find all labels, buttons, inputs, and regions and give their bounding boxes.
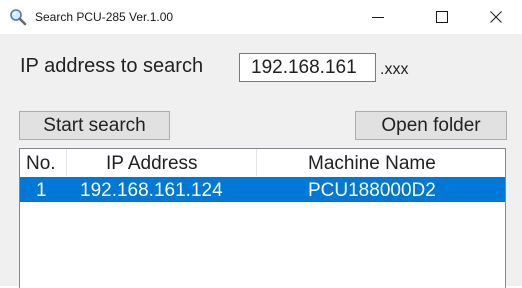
start-search-button[interactable]: Start search [19, 111, 170, 140]
column-header-machine-name[interactable]: Machine Name [308, 149, 436, 176]
close-icon [490, 11, 502, 23]
column-header-ip-address[interactable]: IP Address [106, 149, 198, 176]
search-window: Search PCU-285 Ver.1.00 IP address to se… [0, 0, 522, 288]
row-machine-cell: PCU188000D2 [308, 180, 436, 201]
minimize-icon [372, 17, 384, 18]
results-list[interactable]: No. IP Address Machine Name 1 192.168.16… [19, 148, 506, 288]
magnifier-icon [9, 8, 27, 26]
column-separator[interactable] [66, 149, 67, 176]
maximize-icon [436, 11, 448, 23]
maximize-button[interactable] [419, 0, 465, 34]
row-no-cell: 1 [36, 180, 47, 201]
ip-search-label: IP address to search [20, 55, 204, 77]
open-folder-button[interactable]: Open folder [355, 111, 507, 140]
title-bar[interactable]: Search PCU-285 Ver.1.00 [0, 0, 522, 34]
minimize-button[interactable] [355, 0, 401, 34]
window-title: Search PCU-285 Ver.1.00 [35, 10, 174, 24]
ip-suffix-label: .xxx [380, 61, 409, 78]
table-row[interactable]: 1 192.168.161.124 PCU188000D2 [20, 177, 505, 202]
column-separator[interactable] [256, 149, 257, 176]
close-button[interactable] [473, 0, 519, 34]
ip-prefix-input[interactable] [239, 53, 376, 82]
list-header: No. IP Address Machine Name [20, 149, 505, 176]
row-ip-cell: 192.168.161.124 [80, 180, 223, 201]
column-header-no[interactable]: No. [26, 149, 56, 176]
